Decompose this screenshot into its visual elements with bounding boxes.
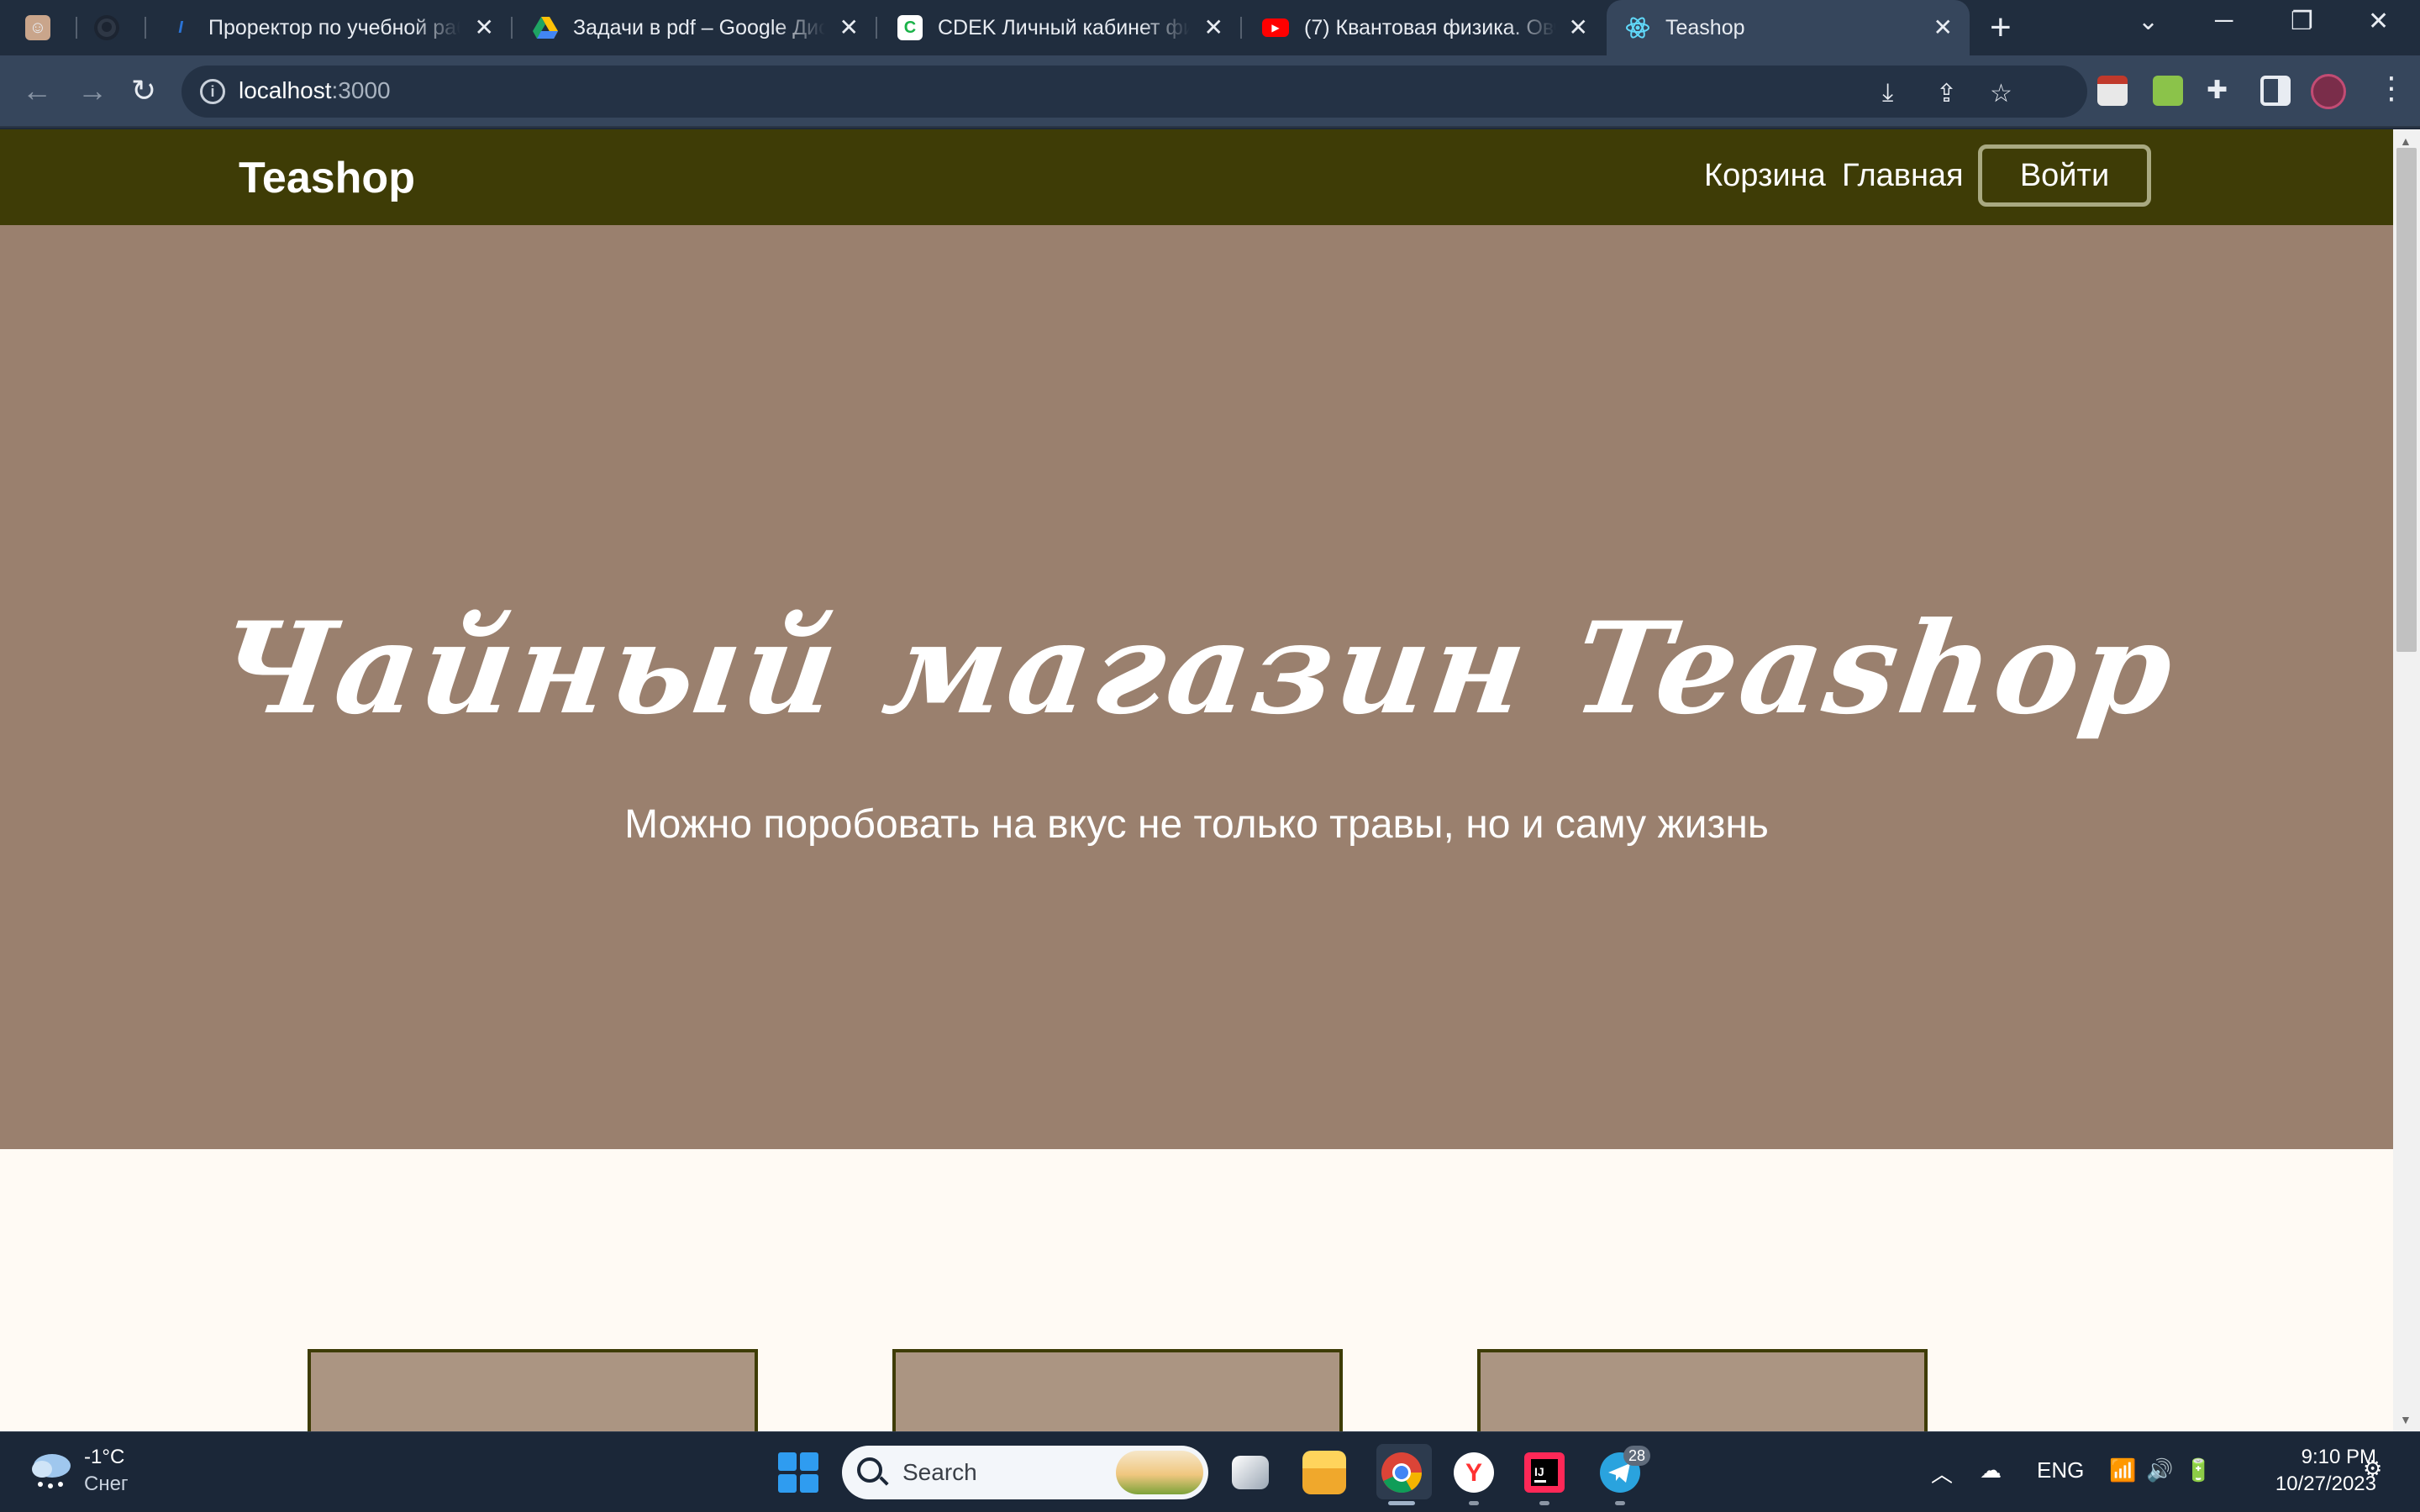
scroll-down-arrow-icon[interactable]: ▼ <box>2400 1413 2412 1426</box>
tab-title: (7) Квантовая физика. Овчи <box>1304 15 1556 39</box>
file-explorer-icon[interactable] <box>1302 1451 1346 1494</box>
tray-overflow-chevron-icon[interactable]: ︿ <box>1931 1457 1953 1488</box>
browser-toolbar: ← → ↻ i localhost:3000 ⤓ ⇪ ☆ ✚ ⋮ <box>0 55 2420 128</box>
close-window-icon[interactable]: ✕ <box>2368 7 2389 36</box>
profile-avatar[interactable] <box>2311 74 2346 109</box>
back-arrow-icon[interactable]: ← <box>22 74 52 108</box>
site-favicon-icon: I <box>178 18 183 37</box>
scroll-up-arrow-icon[interactable]: ▲ <box>2400 134 2412 148</box>
tab-close-icon[interactable]: ✕ <box>475 15 494 40</box>
app-running-indicator <box>1469 1501 1479 1505</box>
browser-tab-strip: ☺ I Проректор по учебной раб ✕ Задачи в … <box>0 0 2420 55</box>
extension-evernote-icon[interactable] <box>2153 76 2183 106</box>
battery-icon[interactable]: 🔋 <box>2185 1457 2212 1483</box>
windows-taskbar: -1°C Снег Search Y IJ 28 ︿ ☁ ENG 📶 🔊 🔋 9… <box>0 1431 2420 1512</box>
site-header: Teashop Корзина Главная Войти <box>0 129 2393 225</box>
tab-pinned-github[interactable] <box>94 0 146 55</box>
taskbar-search-label: Search <box>902 1459 977 1485</box>
task-view-icon[interactable] <box>1232 1456 1269 1489</box>
tab-close-icon[interactable]: ✕ <box>1569 15 1588 40</box>
hero-title: Чайный магазин Teashop <box>208 595 2186 743</box>
telegram-unread-badge: 28 <box>1623 1446 1650 1466</box>
intellij-idea-icon[interactable]: IJ <box>1523 1451 1566 1494</box>
extensions-puzzle-icon[interactable]: ✚ <box>2207 76 2228 105</box>
tab-title: CDEK Личный кабинет физ <box>938 15 1190 39</box>
youtube-icon: ▶ <box>1262 18 1289 37</box>
tab-youtube[interactable]: ▶ (7) Квантовая физика. Овчи ✕ <box>1249 0 1605 55</box>
tab-separator <box>876 17 877 39</box>
cdek-icon: C <box>897 15 923 40</box>
onedrive-cloud-icon[interactable]: ☁ <box>1980 1457 2002 1483</box>
tab-separator <box>1240 17 1242 39</box>
tab-separator <box>145 17 146 39</box>
side-panel-icon[interactable] <box>2260 76 2291 106</box>
svg-text:IJ: IJ <box>1534 1465 1544 1478</box>
wifi-icon[interactable]: 📶 <box>2109 1457 2136 1483</box>
hero-section: Чайный магазин Teashop Можно поробовать … <box>0 225 2393 1149</box>
tab-title: Teashop <box>1665 15 1745 39</box>
minimize-icon[interactable]: ─ <box>2215 7 2233 35</box>
tab-title: Проректор по учебной раб <box>208 15 460 39</box>
address-url[interactable]: localhost:3000 <box>239 77 391 104</box>
page-viewport: Teashop Корзина Главная Войти Чайный маг… <box>0 129 2420 1431</box>
product-card[interactable] <box>1477 1349 1928 1431</box>
volume-icon[interactable]: 🔊 <box>2146 1457 2173 1483</box>
input-language[interactable]: ENG <box>2037 1457 2084 1483</box>
yandex-browser-icon[interactable]: Y <box>1452 1451 1496 1494</box>
tab-close-icon[interactable]: ✕ <box>1204 15 1223 40</box>
react-icon <box>1625 15 1650 40</box>
app-running-indicator <box>1615 1501 1625 1505</box>
windows-start-icon[interactable] <box>778 1452 818 1493</box>
weather-snow-cloud-icon[interactable] <box>29 1451 74 1489</box>
site-logo[interactable]: Teashop <box>239 153 415 203</box>
restore-icon[interactable]: ❐ <box>2291 7 2313 36</box>
page-scrollbar[interactable]: ▲ ▼ <box>2393 129 2420 1431</box>
extension-calendar-icon[interactable] <box>2097 76 2128 106</box>
product-card[interactable] <box>308 1349 758 1431</box>
clock-time[interactable]: 9:10 PM <box>2274 1446 2376 1469</box>
app-running-indicator <box>1539 1501 1549 1505</box>
clock-date[interactable]: 10/27/2023 <box>2235 1473 2376 1496</box>
tab-close-icon[interactable]: ✕ <box>1933 15 1953 40</box>
tab-separator <box>76 17 77 39</box>
github-icon <box>94 15 119 40</box>
chrome-icon[interactable] <box>1380 1451 1423 1494</box>
url-host: localhost <box>239 77 332 103</box>
address-bar[interactable]: i localhost:3000 ⤓ ⇪ ☆ <box>182 66 2087 118</box>
google-drive-icon <box>533 15 558 40</box>
tab-title: Задачи в pdf – Google Диск <box>573 15 825 39</box>
tab-cdek[interactable]: C CDEK Личный кабинет физ ✕ <box>884 0 1242 55</box>
scrollbar-thumb[interactable] <box>2396 148 2417 652</box>
forward-arrow-icon[interactable]: → <box>77 74 108 108</box>
weather-temperature: -1°C <box>84 1446 125 1468</box>
nav-home-link[interactable]: Главная <box>1842 158 1964 194</box>
nav-cart-link[interactable]: Корзина <box>1704 158 1826 194</box>
search-icon <box>857 1457 882 1483</box>
browser-menu-icon[interactable]: ⋮ <box>2376 71 2407 106</box>
tab-google-drive[interactable]: Задачи в pdf – Google Диск ✕ <box>519 0 877 55</box>
reload-icon[interactable]: ↻ <box>131 74 156 108</box>
search-highlight-image <box>1116 1451 1203 1494</box>
install-app-icon[interactable]: ⤓ <box>1882 79 1893 108</box>
svg-text:Y: Y <box>1465 1459 1482 1487</box>
tab-separator <box>511 17 513 39</box>
new-tab-button[interactable]: + <box>1990 9 2012 46</box>
tab-pinned-profile[interactable]: ☺ <box>25 0 77 55</box>
bookmark-star-icon[interactable]: ☆ <box>1990 79 2012 108</box>
taskbar-search[interactable]: Search <box>842 1446 1208 1499</box>
chrome-active-indicator <box>1388 1501 1415 1505</box>
notifications-icon[interactable]: ⚙ <box>2363 1456 2382 1482</box>
share-icon[interactable]: ⇪ <box>1936 79 1957 108</box>
tab-search-chevron-icon[interactable]: ⌄ <box>2138 7 2159 36</box>
tab-prorector[interactable]: I Проректор по учебной раб ✕ <box>155 0 513 55</box>
hero-subtitle: Можно поробовать на вкус не только травы… <box>624 802 1769 847</box>
login-button[interactable]: Войти <box>1978 144 2151 207</box>
product-card[interactable] <box>892 1349 1343 1431</box>
tab-teashop-active[interactable]: Teashop ✕ <box>1607 0 1970 55</box>
url-port: :3000 <box>331 77 391 103</box>
tab-close-icon[interactable]: ✕ <box>839 15 859 40</box>
profile-favicon-icon: ☺ <box>25 15 50 40</box>
site-info-icon[interactable]: i <box>200 79 225 104</box>
weather-description: Снег <box>84 1473 129 1495</box>
